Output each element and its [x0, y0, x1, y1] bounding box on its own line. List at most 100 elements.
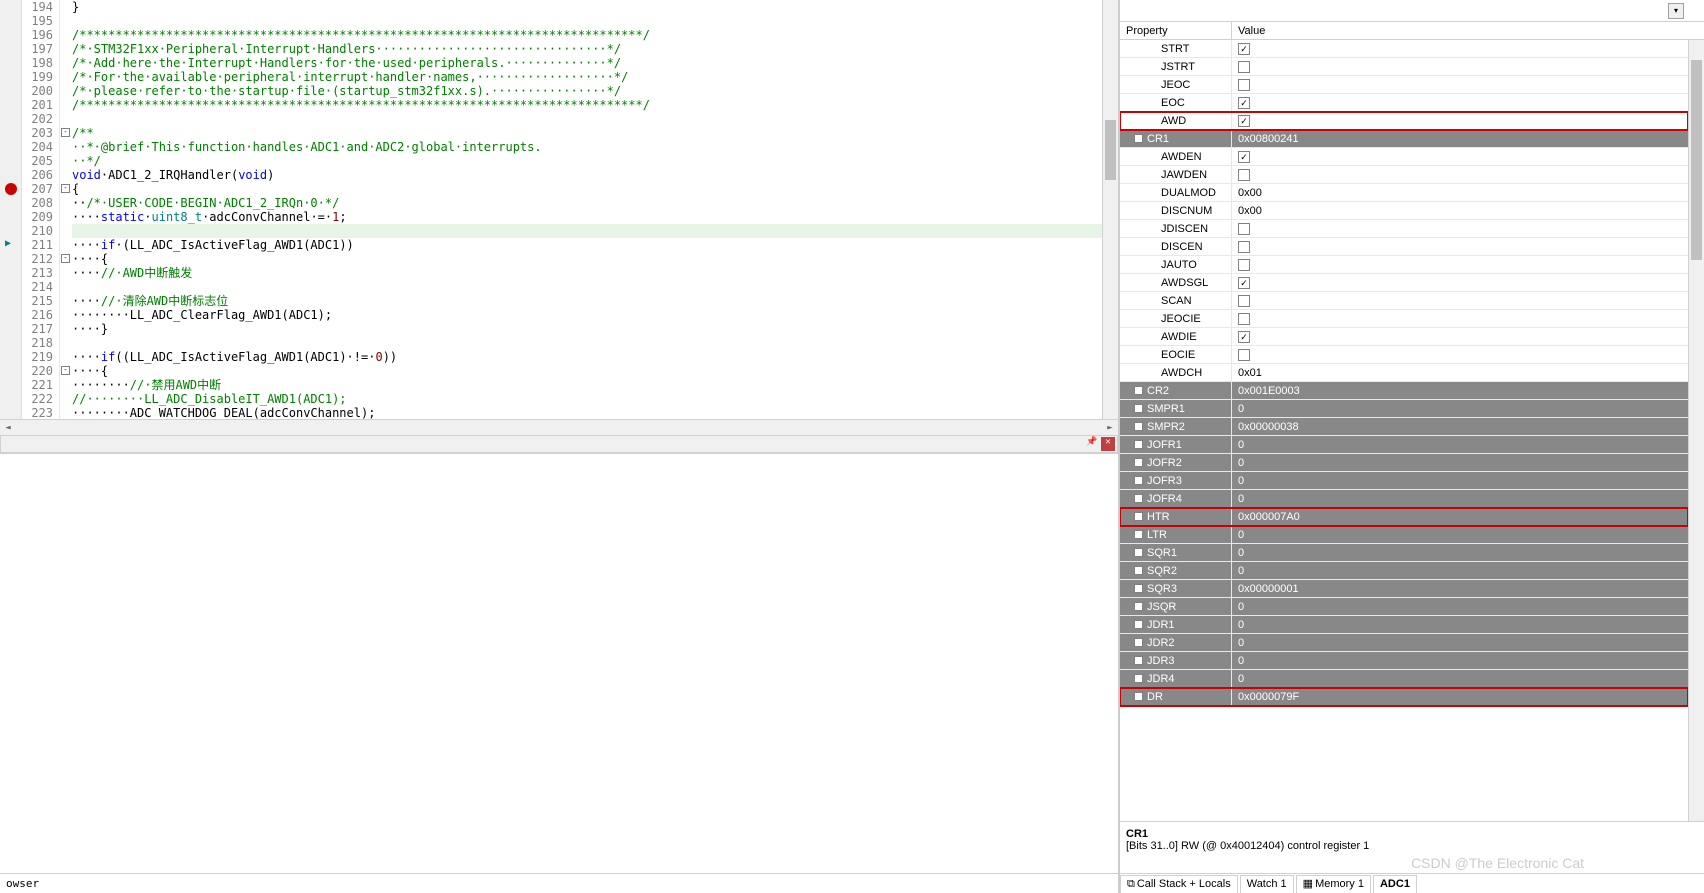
property-row[interactable]: +JOFR4 0 [1120, 490, 1688, 508]
property-row[interactable]: JAUTO [1120, 256, 1688, 274]
checkbox[interactable] [1238, 61, 1250, 73]
checkbox[interactable] [1238, 313, 1250, 325]
property-value[interactable] [1232, 292, 1688, 309]
property-row[interactable]: AWDCH 0x01 [1120, 364, 1688, 382]
property-row[interactable]: DISCNUM 0x00 [1120, 202, 1688, 220]
dropdown-icon[interactable]: ▾ [1668, 3, 1684, 19]
tree-toggle-icon[interactable]: + [1134, 404, 1143, 413]
checkbox[interactable] [1238, 259, 1250, 271]
property-row[interactable]: +JSQR 0 [1120, 598, 1688, 616]
property-value[interactable]: 0 [1232, 490, 1688, 507]
property-row[interactable]: +SMPR1 0 [1120, 400, 1688, 418]
property-row[interactable]: +DR 0x0000079F [1120, 688, 1688, 706]
horizontal-scrollbar[interactable]: ◄ ► [0, 419, 1118, 435]
property-value[interactable]: ✓ [1232, 112, 1688, 129]
property-value[interactable]: 0x00 [1232, 202, 1688, 219]
tree-toggle-icon[interactable]: + [1134, 422, 1143, 431]
tree-toggle-icon[interactable]: + [1134, 512, 1143, 521]
tree-toggle-icon[interactable]: + [1134, 530, 1143, 539]
code-editor[interactable]: ▶ 19419519619719819920020120220320420520… [0, 0, 1118, 419]
property-row[interactable]: JEOCIE [1120, 310, 1688, 328]
tab-adc[interactable]: ADC1 [1373, 875, 1417, 893]
close-icon[interactable]: ✕ [1101, 437, 1115, 451]
property-value[interactable]: 0 [1232, 400, 1688, 417]
property-value[interactable]: ✓ [1232, 148, 1688, 165]
checkbox[interactable]: ✓ [1238, 43, 1250, 55]
checkbox[interactable] [1238, 223, 1250, 235]
checkbox[interactable] [1238, 295, 1250, 307]
checkbox[interactable]: ✓ [1238, 97, 1250, 109]
property-row[interactable]: +JOFR2 0 [1120, 454, 1688, 472]
property-value[interactable]: 0 [1232, 526, 1688, 543]
property-row[interactable]: +CR2 0x001E0003 [1120, 382, 1688, 400]
property-value[interactable] [1232, 220, 1688, 237]
property-value[interactable]: 0x00000001 [1232, 580, 1688, 597]
property-row[interactable]: +SMPR2 0x00000038 [1120, 418, 1688, 436]
property-row[interactable]: +JDR1 0 [1120, 616, 1688, 634]
tree-toggle-icon[interactable]: + [1134, 440, 1143, 449]
property-value[interactable]: 0 [1232, 454, 1688, 471]
property-value[interactable]: 0x001E0003 [1232, 382, 1688, 399]
checkbox[interactable] [1238, 169, 1250, 181]
property-value[interactable]: 0 [1232, 652, 1688, 669]
tree-toggle-icon[interactable]: + [1134, 584, 1143, 593]
property-value[interactable]: 0x0000079F [1232, 688, 1688, 705]
property-value[interactable]: 0 [1232, 562, 1688, 579]
breakpoint-gutter[interactable]: ▶ [0, 0, 22, 419]
checkbox[interactable]: ✓ [1238, 151, 1250, 163]
property-row[interactable]: DISCEN [1120, 238, 1688, 256]
property-scrollbar[interactable] [1688, 40, 1704, 821]
checkbox[interactable] [1238, 79, 1250, 91]
property-row[interactable]: EOC ✓ [1120, 94, 1688, 112]
property-value[interactable] [1232, 346, 1688, 363]
property-value[interactable]: 0 [1232, 634, 1688, 651]
property-value[interactable]: 0 [1232, 472, 1688, 489]
property-row[interactable]: JSTRT [1120, 58, 1688, 76]
property-value[interactable] [1232, 76, 1688, 93]
property-row[interactable]: SCAN [1120, 292, 1688, 310]
property-value[interactable]: ✓ [1232, 94, 1688, 111]
property-value[interactable]: 0 [1232, 544, 1688, 561]
scroll-right-icon[interactable]: ► [1102, 420, 1118, 435]
code-content[interactable]: }/**************************************… [72, 0, 1102, 419]
property-value[interactable]: 0x01 [1232, 364, 1688, 381]
property-value[interactable] [1232, 166, 1688, 183]
property-value[interactable]: 0x00800241 [1232, 130, 1688, 147]
property-value[interactable]: 0x00000038 [1232, 418, 1688, 435]
tree-toggle-icon[interactable]: + [1134, 386, 1143, 395]
checkbox[interactable]: ✓ [1238, 331, 1250, 343]
property-row[interactable]: +SQR1 0 [1120, 544, 1688, 562]
checkbox[interactable] [1238, 349, 1250, 361]
checkbox[interactable] [1238, 241, 1250, 253]
tree-toggle-icon[interactable]: + [1134, 566, 1143, 575]
tree-toggle-icon[interactable]: + [1134, 602, 1143, 611]
property-row[interactable]: +JDR3 0 [1120, 652, 1688, 670]
fold-gutter[interactable]: ----- [60, 0, 72, 419]
property-value[interactable]: 0 [1232, 616, 1688, 633]
pin-icon[interactable]: 📌 [1085, 437, 1099, 451]
browser-tab[interactable]: owser [2, 877, 43, 890]
scroll-left-icon[interactable]: ◄ [0, 420, 16, 435]
property-value[interactable] [1232, 256, 1688, 273]
property-row[interactable]: +JDR4 0 [1120, 670, 1688, 688]
checkbox[interactable]: ✓ [1238, 115, 1250, 127]
tree-toggle-icon[interactable]: + [1134, 458, 1143, 467]
property-row[interactable]: +SQR3 0x00000001 [1120, 580, 1688, 598]
property-value[interactable]: ✓ [1232, 40, 1688, 57]
tree-toggle-icon[interactable]: + [1134, 494, 1143, 503]
tab-memory[interactable]: ▦ Memory 1 [1296, 875, 1371, 893]
property-value[interactable] [1232, 310, 1688, 327]
property-value[interactable]: 0x00 [1232, 184, 1688, 201]
property-row[interactable]: JEOC [1120, 76, 1688, 94]
property-row[interactable]: +JOFR3 0 [1120, 472, 1688, 490]
property-row[interactable]: AWDEN ✓ [1120, 148, 1688, 166]
output-panel[interactable] [0, 453, 1118, 873]
tree-toggle-icon[interactable]: + [1134, 620, 1143, 629]
property-row[interactable]: DUALMOD 0x00 [1120, 184, 1688, 202]
tab-callstack[interactable]: ⧉ Call Stack + Locals [1120, 875, 1238, 893]
property-value[interactable] [1232, 238, 1688, 255]
property-value[interactable]: ✓ [1232, 274, 1688, 291]
tree-toggle-icon[interactable]: + [1134, 548, 1143, 557]
property-row[interactable]: +LTR 0 [1120, 526, 1688, 544]
property-value[interactable]: 0 [1232, 670, 1688, 687]
